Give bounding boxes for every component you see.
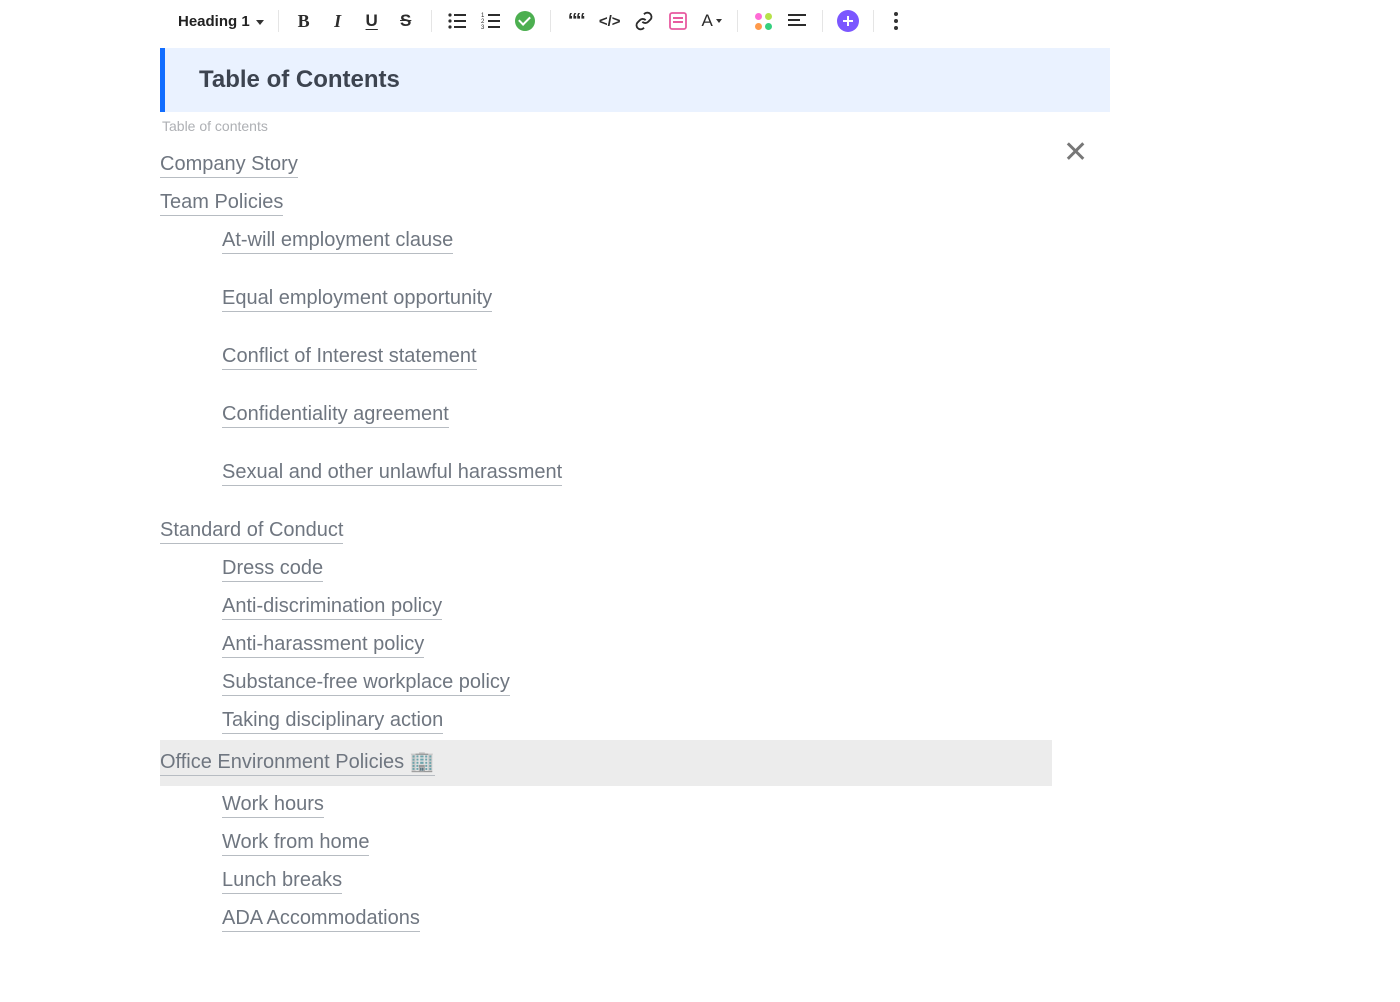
chevron-down-icon [256, 20, 264, 25]
quote-button[interactable]: ““ [563, 8, 589, 34]
toolbar-separator [737, 10, 738, 32]
toc-row: Sexual and other unlawful harassment [160, 454, 1052, 512]
italic-button[interactable]: I [325, 8, 351, 34]
banner-button[interactable] [665, 8, 691, 34]
chevron-down-icon [716, 19, 722, 23]
toc-row: Standard of Conduct [160, 512, 1052, 550]
toc-link[interactable]: ADA Accommodations [222, 906, 420, 932]
bullet-list-button[interactable] [444, 8, 470, 34]
checklist-button[interactable] [512, 8, 538, 34]
toc-link[interactable]: Work hours [222, 792, 324, 818]
toc-row: Confidentiality agreement [160, 396, 1052, 454]
block-style-dropdown[interactable]: Heading 1 [176, 11, 266, 32]
toc-link[interactable]: Office Environment Policies 🏢 [160, 750, 435, 776]
add-block-button[interactable] [835, 8, 861, 34]
link-button[interactable] [631, 8, 657, 34]
toc-row: At-will employment clause [160, 222, 1052, 280]
align-button[interactable] [784, 8, 810, 34]
toc-row: Work hours [160, 786, 1052, 824]
highlight-color-button[interactable] [750, 8, 776, 34]
underline-button[interactable]: U [359, 8, 385, 34]
code-button[interactable]: </> [597, 8, 623, 34]
close-button[interactable]: ✕ [1063, 138, 1088, 168]
toc-link[interactable]: Lunch breaks [222, 868, 342, 894]
toc-subtitle: Table of contents [162, 118, 1400, 134]
toc-link[interactable]: Sexual and other unlawful harassment [222, 460, 562, 486]
toc-link[interactable]: Anti-harassment policy [222, 632, 424, 658]
toc-row: Work from home [160, 824, 1052, 862]
toc-row: Team Policies [160, 184, 1052, 222]
toc-link[interactable]: Dress code [222, 556, 323, 582]
toc-row: Equal employment opportunity [160, 280, 1052, 338]
numbered-list-button[interactable]: 1 2 3 [478, 8, 504, 34]
toc-row: Taking disciplinary action [160, 702, 1052, 740]
text-color-button[interactable]: A [699, 8, 725, 34]
close-icon: ✕ [1063, 136, 1088, 169]
toc-row: Conflict of Interest statement [160, 338, 1052, 396]
toc-link[interactable]: Standard of Conduct [160, 518, 343, 544]
bold-button[interactable]: B [291, 8, 317, 34]
color-swatch-icon [753, 11, 773, 31]
font-color-label: A [702, 11, 713, 31]
toc-row: Office Environment Policies 🏢 [160, 740, 1052, 786]
toolbar-separator [822, 10, 823, 32]
svg-text:3: 3 [481, 25, 485, 30]
toc-list: Company Story Team Policies At-will employ… [160, 146, 1052, 938]
toc-row: Company Story [160, 146, 1052, 184]
toolbar-separator [431, 10, 432, 32]
more-options-button[interactable] [886, 10, 906, 32]
toc-link[interactable]: Conflict of Interest statement [222, 344, 477, 370]
toc-link[interactable]: Confidentiality agreement [222, 402, 449, 428]
check-circle-icon [515, 11, 535, 31]
toc-title: Table of Contents [199, 66, 1076, 94]
toc-row: ADA Accommodations [160, 900, 1052, 938]
toc-link[interactable]: Anti-discrimination policy [222, 594, 442, 620]
toc-link[interactable]: At-will employment clause [222, 228, 453, 254]
toolbar-separator [278, 10, 279, 32]
toc-link[interactable]: Team Policies [160, 190, 283, 216]
toc-row: Anti-harassment policy [160, 626, 1052, 664]
toc-banner[interactable]: Table of Contents [160, 48, 1110, 112]
toc-link[interactable]: Equal employment opportunity [222, 286, 492, 312]
plus-circle-icon [837, 10, 859, 32]
toc-link[interactable]: Taking disciplinary action [222, 708, 443, 734]
toc-row: Anti-discrimination policy [160, 588, 1052, 626]
toc-link[interactable]: Work from home [222, 830, 369, 856]
toolbar-separator [873, 10, 874, 32]
editor-toolbar: Heading 1 B I U S 1 2 3 ““ < [0, 8, 1400, 48]
toc-row: Dress code [160, 550, 1052, 588]
toc-link[interactable]: Substance-free workplace policy [222, 670, 510, 696]
toc-link[interactable]: Company Story [160, 152, 298, 178]
toolbar-separator [550, 10, 551, 32]
block-style-label: Heading 1 [178, 13, 250, 30]
strikethrough-button[interactable]: S [393, 8, 419, 34]
toc-row: Lunch breaks [160, 862, 1052, 900]
toc-row: Substance-free workplace policy [160, 664, 1052, 702]
